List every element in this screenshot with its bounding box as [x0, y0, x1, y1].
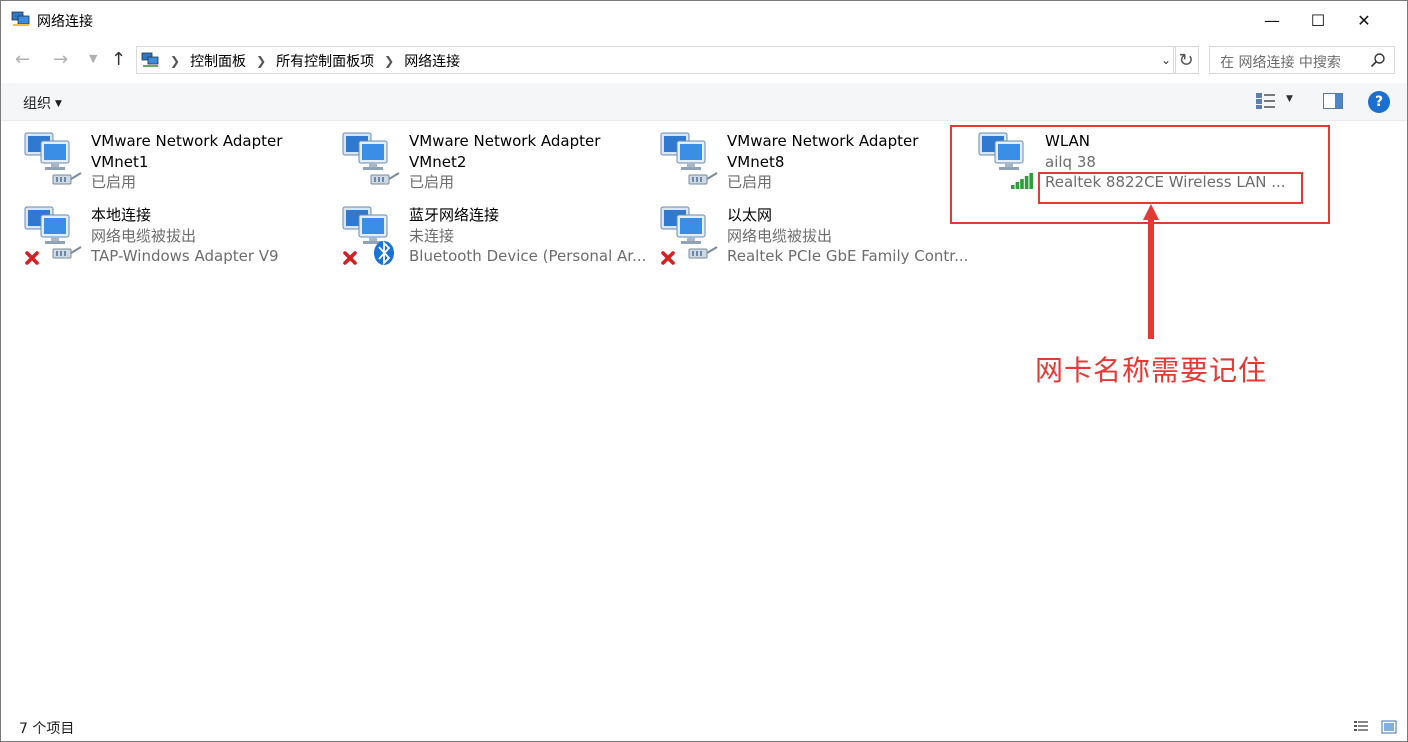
annotation-device-highlight-box	[1038, 172, 1303, 204]
connection-item[interactable]: 本地连接网络电缆被拔出 TAP-Windows Adapter V9	[23, 205, 333, 271]
connection-device: Bluetooth Device (Personal Ar...	[409, 247, 647, 265]
connection-text: VMware Network Adapter VMnet8 已启用	[727, 131, 918, 193]
connection-status: 网络电缆被拔出	[91, 226, 197, 245]
search-input[interactable]: 在 网络连接 中搜索	[1209, 46, 1395, 74]
connection-text: 本地连接网络电缆被拔出 TAP-Windows Adapter V9	[91, 205, 279, 267]
connection-name: VMware Network Adapter	[727, 132, 919, 150]
window-title: 网络连接	[37, 14, 93, 30]
organize-label: 组织	[23, 96, 51, 112]
refresh-button[interactable]: ↻	[1173, 46, 1199, 74]
connection-status: 未连接	[409, 226, 455, 245]
explorer-window: 网络连接 — ☐ ✕ ← → ▼ ↑ ❯ 控制面板 ❯ 所有控制面板项 ❯ 网络…	[0, 0, 1408, 742]
chevron-right-icon[interactable]: ❯	[167, 54, 183, 68]
connection-device: Realtek PCIe GbE Family Contr...	[727, 247, 969, 265]
connection-name-line2: VMnet1	[91, 152, 149, 171]
search-placeholder: 在 网络连接 中搜索	[1220, 55, 1341, 71]
maximize-button[interactable]: ☐	[1295, 1, 1341, 39]
connection-name: 以太网	[727, 206, 773, 224]
connection-item[interactable]: VMware Network Adapter VMnet1 已启用	[23, 131, 333, 197]
view-options-caret-icon[interactable]: ▼	[1286, 94, 1293, 104]
connection-name: 本地连接	[91, 206, 152, 224]
chevron-right-icon[interactable]: ❯	[253, 54, 269, 68]
large-icons-view-icon[interactable]	[1381, 720, 1397, 734]
connection-text: 蓝牙网络连接 未连接 Bluetooth Device (Personal Ar..…	[409, 205, 646, 267]
connection-item[interactable]: 以太网网络电缆被拔出 Realtek PCIe GbE Family Contr.…	[659, 205, 969, 271]
address-bar[interactable]: ❯ 控制面板 ❯ 所有控制面板项 ❯ 网络连接 ⌄	[136, 46, 1176, 74]
preview-pane-icon[interactable]	[1323, 93, 1343, 109]
breadcrumb-network-connections[interactable]: 网络连接	[397, 51, 467, 71]
bluetooth-adapter-icon	[341, 205, 401, 266]
organize-button[interactable]: 组织 ▼	[23, 93, 62, 113]
breadcrumb-all-items[interactable]: 所有控制面板项	[269, 51, 381, 71]
breadcrumb: ❯ 控制面板 ❯ 所有控制面板项 ❯ 网络连接	[167, 51, 467, 71]
title-bar: 网络连接 — ☐ ✕	[1, 1, 1407, 39]
annotation-arrow-icon	[1143, 204, 1159, 339]
chevron-right-icon[interactable]: ❯	[381, 54, 397, 68]
connection-name: VMware Network Adapter	[409, 132, 601, 150]
connection-item[interactable]: 蓝牙网络连接 未连接 Bluetooth Device (Personal Ar..…	[341, 205, 651, 271]
network-adapter-icon	[341, 131, 401, 191]
minimize-button[interactable]: —	[1249, 1, 1295, 39]
search-icon[interactable]	[1370, 52, 1386, 68]
connection-name-line2: VMnet2	[409, 152, 467, 171]
network-adapter-icon	[23, 131, 83, 191]
connection-name: VMware Network Adapter	[91, 132, 283, 150]
connection-text: VMware Network Adapter VMnet2 已启用	[409, 131, 600, 193]
connection-status: 已启用	[727, 173, 773, 191]
network-adapter-icon	[659, 131, 719, 191]
back-button[interactable]: ←	[15, 49, 30, 70]
network-adapter-icon	[23, 205, 83, 265]
connection-status: 已启用	[409, 173, 455, 191]
close-button[interactable]: ✕	[1341, 1, 1387, 39]
connection-item[interactable]: VMware Network Adapter VMnet2 已启用	[341, 131, 651, 197]
up-button[interactable]: ↑	[111, 49, 126, 70]
connection-status: 网络电缆被拔出	[727, 226, 833, 245]
connection-text: 以太网网络电缆被拔出 Realtek PCIe GbE Family Contr.…	[727, 205, 968, 267]
status-bar: 7 个项目	[1, 715, 1407, 741]
command-bar: 组织 ▼ ▼ ?	[1, 83, 1407, 121]
connection-device: TAP-Windows Adapter V9	[91, 247, 279, 265]
connection-name: 蓝牙网络连接	[409, 206, 500, 224]
forward-button[interactable]: →	[53, 49, 68, 70]
connection-status: 已启用	[91, 173, 137, 191]
navigation-bar: ← → ▼ ↑ ❯ 控制面板 ❯ 所有控制面板项 ❯ 网络连接 ⌄ ↻ 在 网络…	[1, 43, 1407, 77]
address-dropdown-chevron-icon[interactable]: ⌄	[1161, 53, 1171, 67]
recent-locations-chevron-icon[interactable]: ▼	[89, 52, 97, 65]
connection-name-line2: VMnet8	[727, 152, 785, 171]
network-adapter-icon	[659, 205, 719, 265]
annotation-text: 网卡名称需要记住	[1035, 354, 1268, 387]
help-button[interactable]: ?	[1368, 91, 1390, 113]
change-view-icon[interactable]	[1255, 92, 1277, 110]
connection-text: VMware Network Adapter VMnet1 已启用	[91, 131, 282, 193]
connection-item[interactable]: VMware Network Adapter VMnet8 已启用	[659, 131, 969, 197]
breadcrumb-control-panel[interactable]: 控制面板	[183, 51, 253, 71]
network-connections-icon	[11, 11, 30, 26]
caret-down-icon: ▼	[55, 99, 62, 109]
item-count: 7 个项目	[19, 721, 75, 737]
network-connections-icon	[141, 52, 159, 67]
details-view-icon[interactable]	[1353, 720, 1369, 734]
